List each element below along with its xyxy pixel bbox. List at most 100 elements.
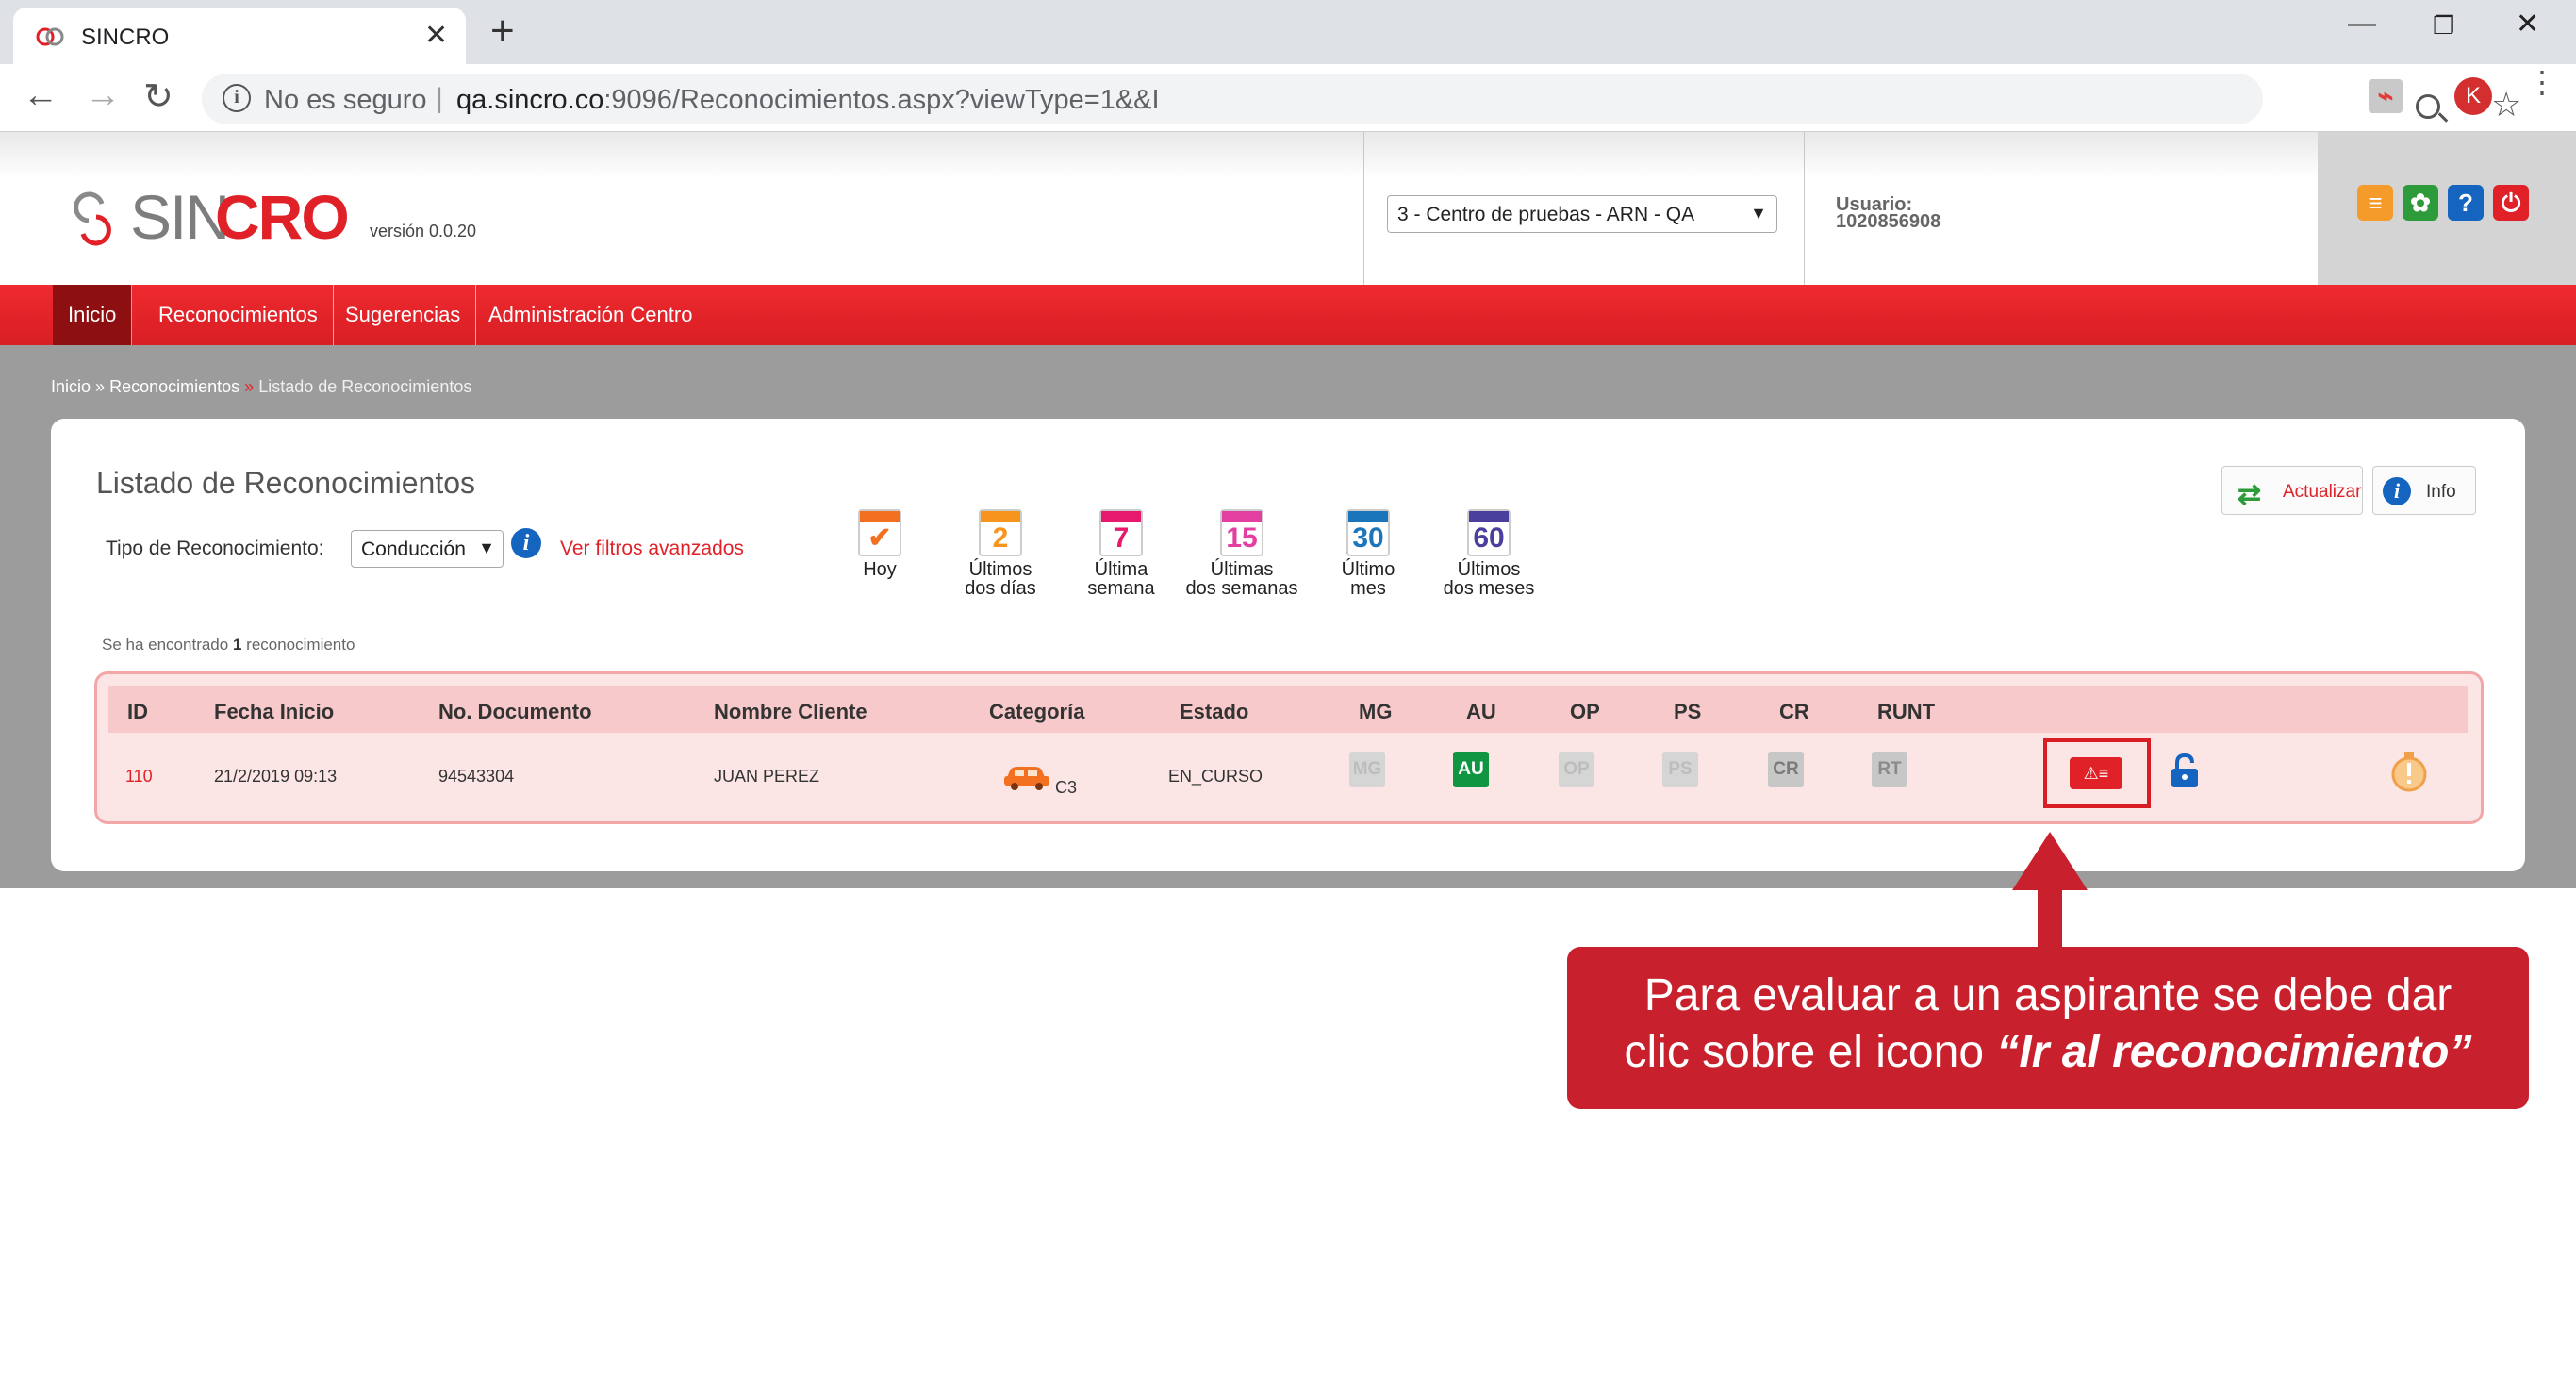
go-to-recognition-icon: ⚠≡	[2070, 757, 2122, 789]
status-badge-au[interactable]: AU	[1453, 752, 1489, 787]
browser-menu-icon[interactable]: ⋮	[2527, 67, 2557, 97]
page-title: Listado de Reconocimientos	[96, 466, 476, 500]
callout-line-2: clic sobre el icono “Ir al reconocimient…	[1567, 1024, 2529, 1081]
calendar-icon: 15	[1220, 509, 1263, 556]
row-documento: 94543304	[438, 767, 515, 786]
status-badge-cr[interactable]: CR	[1768, 752, 1804, 787]
breadcrumb-home[interactable]: Inicio	[51, 377, 91, 396]
status-badge-mg[interactable]: MG	[1349, 752, 1385, 787]
refresh-icon: ⇄	[2237, 479, 2262, 510]
refresh-button[interactable]: ⇄ Actualizar	[2221, 466, 2363, 515]
date-filter-item[interactable]: 7 Última semana	[1060, 509, 1182, 598]
restore-icon[interactable]: ❐	[2433, 11, 2454, 41]
center-select[interactable]: 3 - Centro de pruebas - ARN - QA ▼	[1387, 195, 1777, 233]
center-select-value: 3 - Centro de pruebas - ARN - QA	[1397, 204, 1695, 225]
chevron-down-icon: ▼	[1750, 204, 1767, 223]
lock-icon[interactable]	[2166, 752, 2204, 789]
calendar-icon: ✔	[858, 509, 901, 556]
date-filter-sublabel: dos meses	[1443, 578, 1535, 599]
status-badge-ps[interactable]: PS	[1662, 752, 1698, 787]
nav-item-reconocimientos[interactable]: Reconocimientos	[143, 285, 334, 345]
refresh-label: Actualizar	[2283, 482, 2362, 502]
url-separator: |	[436, 83, 443, 114]
star-icon[interactable]: ☆	[2491, 85, 2521, 124]
date-filter-label: Últimos	[968, 559, 1032, 580]
calendar-top	[981, 511, 1020, 522]
tipo-reconocimiento-label: Tipo de Reconocimiento:	[106, 538, 324, 559]
app-header: SIN CRO versión 0.0.20 3 - Centro de pru…	[0, 132, 2576, 285]
car-icon	[1004, 767, 1049, 790]
url-text[interactable]: qa.sincro.co:9096/Reconocimientos.aspx?v…	[456, 85, 1160, 116]
browser-tab-bar: SINCRO ✕ + — ❐ ✕	[0, 0, 2576, 64]
status-badge-rt[interactable]: RT	[1872, 752, 1907, 787]
new-tab-button[interactable]: +	[490, 8, 515, 55]
nav-item-inicio[interactable]: Inicio	[53, 285, 133, 345]
go-to-recognition-button[interactable]: ⚠≡	[2043, 738, 2151, 808]
found-prefix: Se ha encontrado	[102, 636, 229, 654]
minimize-icon[interactable]: —	[2348, 8, 2376, 40]
pdf-extension-icon[interactable]: ⌁	[2369, 79, 2403, 113]
reload-icon[interactable]: ↻	[143, 75, 173, 118]
close-window-icon[interactable]: ✕	[2516, 8, 2539, 41]
info-icon[interactable]: i	[511, 528, 541, 558]
profile-avatar[interactable]: K	[2454, 77, 2492, 115]
calendar-number: 15	[1226, 522, 1258, 554]
logo-text-cro: CRO	[215, 182, 350, 252]
date-filter-label: Hoy	[863, 559, 897, 580]
check-icon: ✔	[867, 522, 892, 554]
date-filter-item[interactable]: 15 Últimas dos semanas	[1181, 509, 1303, 598]
date-filter-label: Último	[1341, 559, 1395, 580]
close-tab-icon[interactable]: ✕	[424, 19, 448, 52]
calendar-number: 60	[1473, 522, 1505, 554]
alert-icon[interactable]	[2388, 750, 2430, 793]
date-filter-item[interactable]: 2 Últimos dos días	[939, 509, 1062, 598]
power-icon[interactable]: ⏻	[2493, 185, 2529, 221]
column-header-cr: CR	[1779, 700, 1809, 723]
sincro-favicon-icon	[36, 27, 64, 46]
row-fecha: 21/2/2019 09:13	[214, 767, 338, 786]
breadcrumb-sep: »	[244, 377, 255, 396]
date-filter-item[interactable]: ✔ Hoy	[818, 509, 941, 579]
advanced-filters-link[interactable]: Ver filtros avanzados	[560, 538, 744, 560]
sincro-logo-icon	[74, 191, 111, 246]
breadcrumb: Inicio » Reconocimientos » Listado de Re…	[51, 377, 471, 397]
column-header-au: AU	[1466, 700, 1496, 723]
row-cliente: JUAN PEREZ	[714, 767, 820, 786]
date-filter-label: Últimas	[1210, 559, 1274, 580]
row-estado: EN_CURSO	[1168, 767, 1263, 786]
site-info-icon[interactable]: i	[223, 84, 251, 112]
column-header-estado: Estado	[1180, 700, 1249, 723]
gear-icon[interactable]: ✿	[2403, 185, 2438, 221]
nav-item-administracion-centro[interactable]: Administración Centro	[473, 285, 707, 345]
date-filter-sublabel: dos semanas	[1185, 578, 1298, 599]
back-icon[interactable]: ←	[23, 75, 58, 116]
help-icon[interactable]: ?	[2448, 185, 2484, 221]
url-host: qa.sincro.co	[456, 85, 604, 115]
breadcrumb-current: Listado de Reconocimientos	[258, 377, 472, 396]
nav-item-sugerencias[interactable]: Sugerencias	[330, 285, 477, 345]
info-button[interactable]: i Info	[2372, 466, 2476, 515]
date-filter-item[interactable]: 30 Último mes	[1307, 509, 1429, 598]
calendar-icon: 60	[1467, 509, 1511, 556]
found-count: 1	[232, 636, 242, 654]
row-id[interactable]: 110	[125, 767, 153, 786]
tipo-reconocimiento-select[interactable]: Conducción ▼	[351, 530, 504, 568]
date-filter-item[interactable]: 60 Últimos dos meses	[1428, 509, 1550, 598]
date-filter-sublabel: mes	[1350, 578, 1386, 599]
calendar-number: 30	[1352, 522, 1384, 554]
info-icon: i	[2383, 477, 2411, 505]
breadcrumb-section[interactable]: Reconocimientos	[109, 377, 239, 396]
zoom-icon[interactable]	[2416, 94, 2440, 119]
document-icon[interactable]: ≡	[2357, 185, 2393, 221]
browser-tab[interactable]: SINCRO ✕	[13, 8, 466, 64]
forward-icon[interactable]: →	[85, 75, 121, 116]
address-bar[interactable]: i No es seguro | qa.sincro.co:9096/Recon…	[202, 74, 2521, 124]
callout-line-2-text: clic sobre el icono	[1624, 1027, 1997, 1077]
column-header-mg: MG	[1359, 700, 1393, 723]
table-header: ID Fecha Inicio No. Documento Nombre Cli…	[108, 686, 2468, 733]
status-badge-op[interactable]: OP	[1559, 752, 1594, 787]
found-suffix: reconocimiento	[246, 636, 355, 654]
column-header-ps: PS	[1674, 700, 1702, 723]
column-header-runt: RUNT	[1877, 700, 1936, 723]
main-nav: Inicio Reconocimientos Sugerencias Admin…	[0, 285, 2576, 345]
